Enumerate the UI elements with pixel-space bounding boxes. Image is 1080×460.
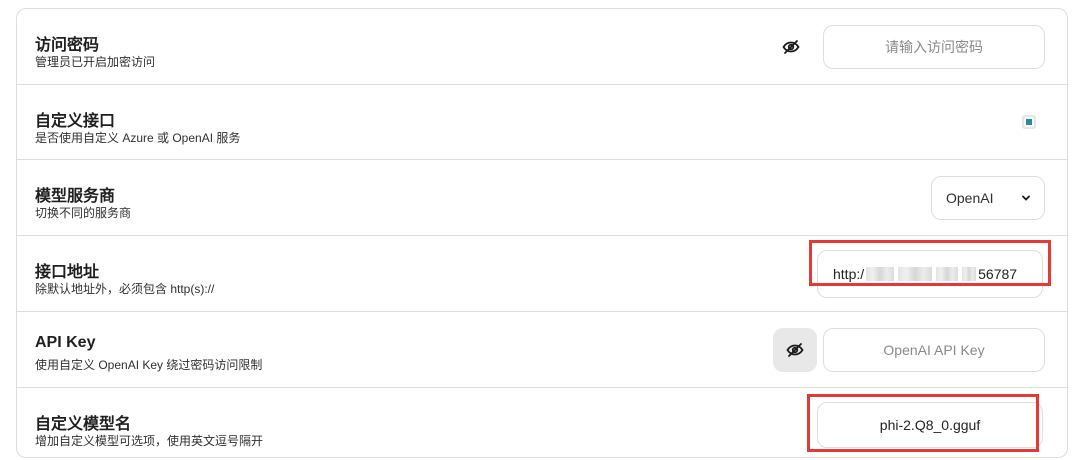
eye-off-icon (786, 343, 804, 357)
row-title: API Key (35, 334, 96, 351)
chevron-down-icon (1020, 191, 1032, 207)
row-subtitle: 是否使用自定义 Azure 或 OpenAI 服务 (35, 131, 241, 145)
api-key-placeholder: OpenAI API Key (883, 342, 985, 358)
custom-model-row: 自定义模型名 增加自定义模型可选项，使用英文逗号隔开 phi-2.Q8_0.gg… (17, 388, 1067, 457)
eye-off-icon[interactable] (781, 37, 801, 57)
access-password-input[interactable]: 请输入访问密码 (823, 25, 1045, 69)
api-key-input[interactable]: OpenAI API Key (823, 328, 1045, 372)
highlight-box (807, 394, 1039, 452)
toggle-visibility-button[interactable] (773, 328, 817, 372)
settings-panel: 访问密码 管理员已开启加密访问 请输入访问密码 自定义接口 是否使用自定义 Az… (16, 8, 1068, 458)
row-subtitle: 除默认地址外，必须包含 http(s):// (35, 282, 215, 296)
row-title: 自定义接口 (35, 113, 116, 130)
row-subtitle: 增加自定义模型可选项，使用英文逗号隔开 (35, 434, 264, 448)
provider-select[interactable]: OpenAI (931, 176, 1045, 220)
row-title: 接口地址 (35, 264, 100, 281)
row-title: 模型服务商 (35, 188, 116, 205)
provider-row: 模型服务商 切换不同的服务商 OpenAI (17, 160, 1067, 236)
access-password-row: 访问密码 管理员已开启加密访问 请输入访问密码 (17, 9, 1067, 85)
row-subtitle: 管理员已开启加密访问 (35, 55, 156, 69)
row-subtitle: 使用自定义 OpenAI Key 绕过密码访问限制 (35, 358, 263, 372)
custom-endpoint-checkbox[interactable] (1022, 115, 1036, 129)
password-placeholder: 请输入访问密码 (885, 39, 983, 55)
custom-endpoint-row: 自定义接口 是否使用自定义 Azure 或 OpenAI 服务 (17, 85, 1067, 160)
row-title: 访问密码 (35, 37, 100, 54)
provider-selected: OpenAI (946, 190, 994, 206)
row-title: 自定义模型名 (35, 416, 132, 433)
row-subtitle: 切换不同的服务商 (35, 206, 132, 220)
endpoint-url-row: 接口地址 除默认地址外，必须包含 http(s):// http:/ 56787 (17, 236, 1067, 312)
api-key-row: API Key 使用自定义 OpenAI Key 绕过密码访问限制 OpenAI… (17, 312, 1067, 388)
highlight-box (809, 240, 1051, 286)
